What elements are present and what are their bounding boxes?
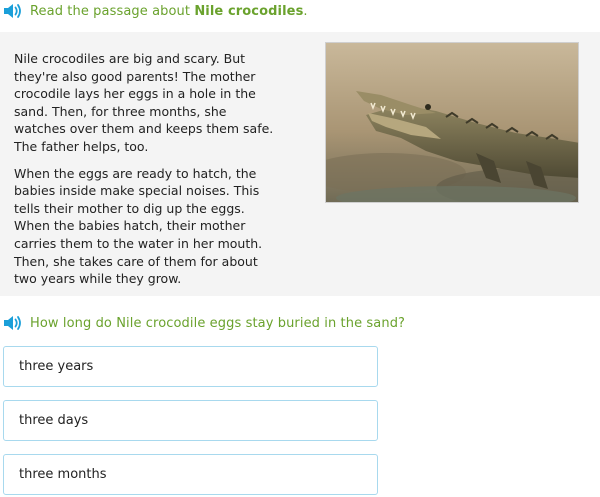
passage-paragraph: When the eggs are ready to hatch, the ba… <box>14 165 263 287</box>
passage-prompt: Read the passage about Nile crocodiles. <box>0 0 308 22</box>
answer-choice-three-years[interactable]: three years <box>3 346 378 387</box>
question-prompt: How long do Nile crocodile eggs stay bur… <box>0 312 405 334</box>
speaker-icon[interactable] <box>2 313 24 333</box>
answer-choice-three-days[interactable]: three days <box>3 400 378 441</box>
choice-label: three months <box>19 467 107 482</box>
passage-prompt-text: Read the passage about Nile crocodiles. <box>30 4 308 19</box>
passage-panel: Nile crocodiles are big and scary. But t… <box>0 32 600 296</box>
answer-choice-three-months[interactable]: three months <box>3 454 378 495</box>
nile-crocodile-photo <box>325 42 579 203</box>
prompt-prefix: Read the passage about <box>30 3 195 19</box>
question-text: How long do Nile crocodile eggs stay bur… <box>30 315 406 331</box>
choice-label: three years <box>19 359 94 374</box>
passage-text: Nile crocodiles are big and scary. But t… <box>14 50 276 297</box>
choice-label: three days <box>19 413 89 428</box>
speaker-icon[interactable] <box>2 1 24 21</box>
prompt-bold-topic: Nile crocodiles <box>194 3 304 19</box>
passage-paragraph: Nile crocodiles are big and scary. But t… <box>14 51 274 154</box>
prompt-suffix: . <box>303 3 308 19</box>
